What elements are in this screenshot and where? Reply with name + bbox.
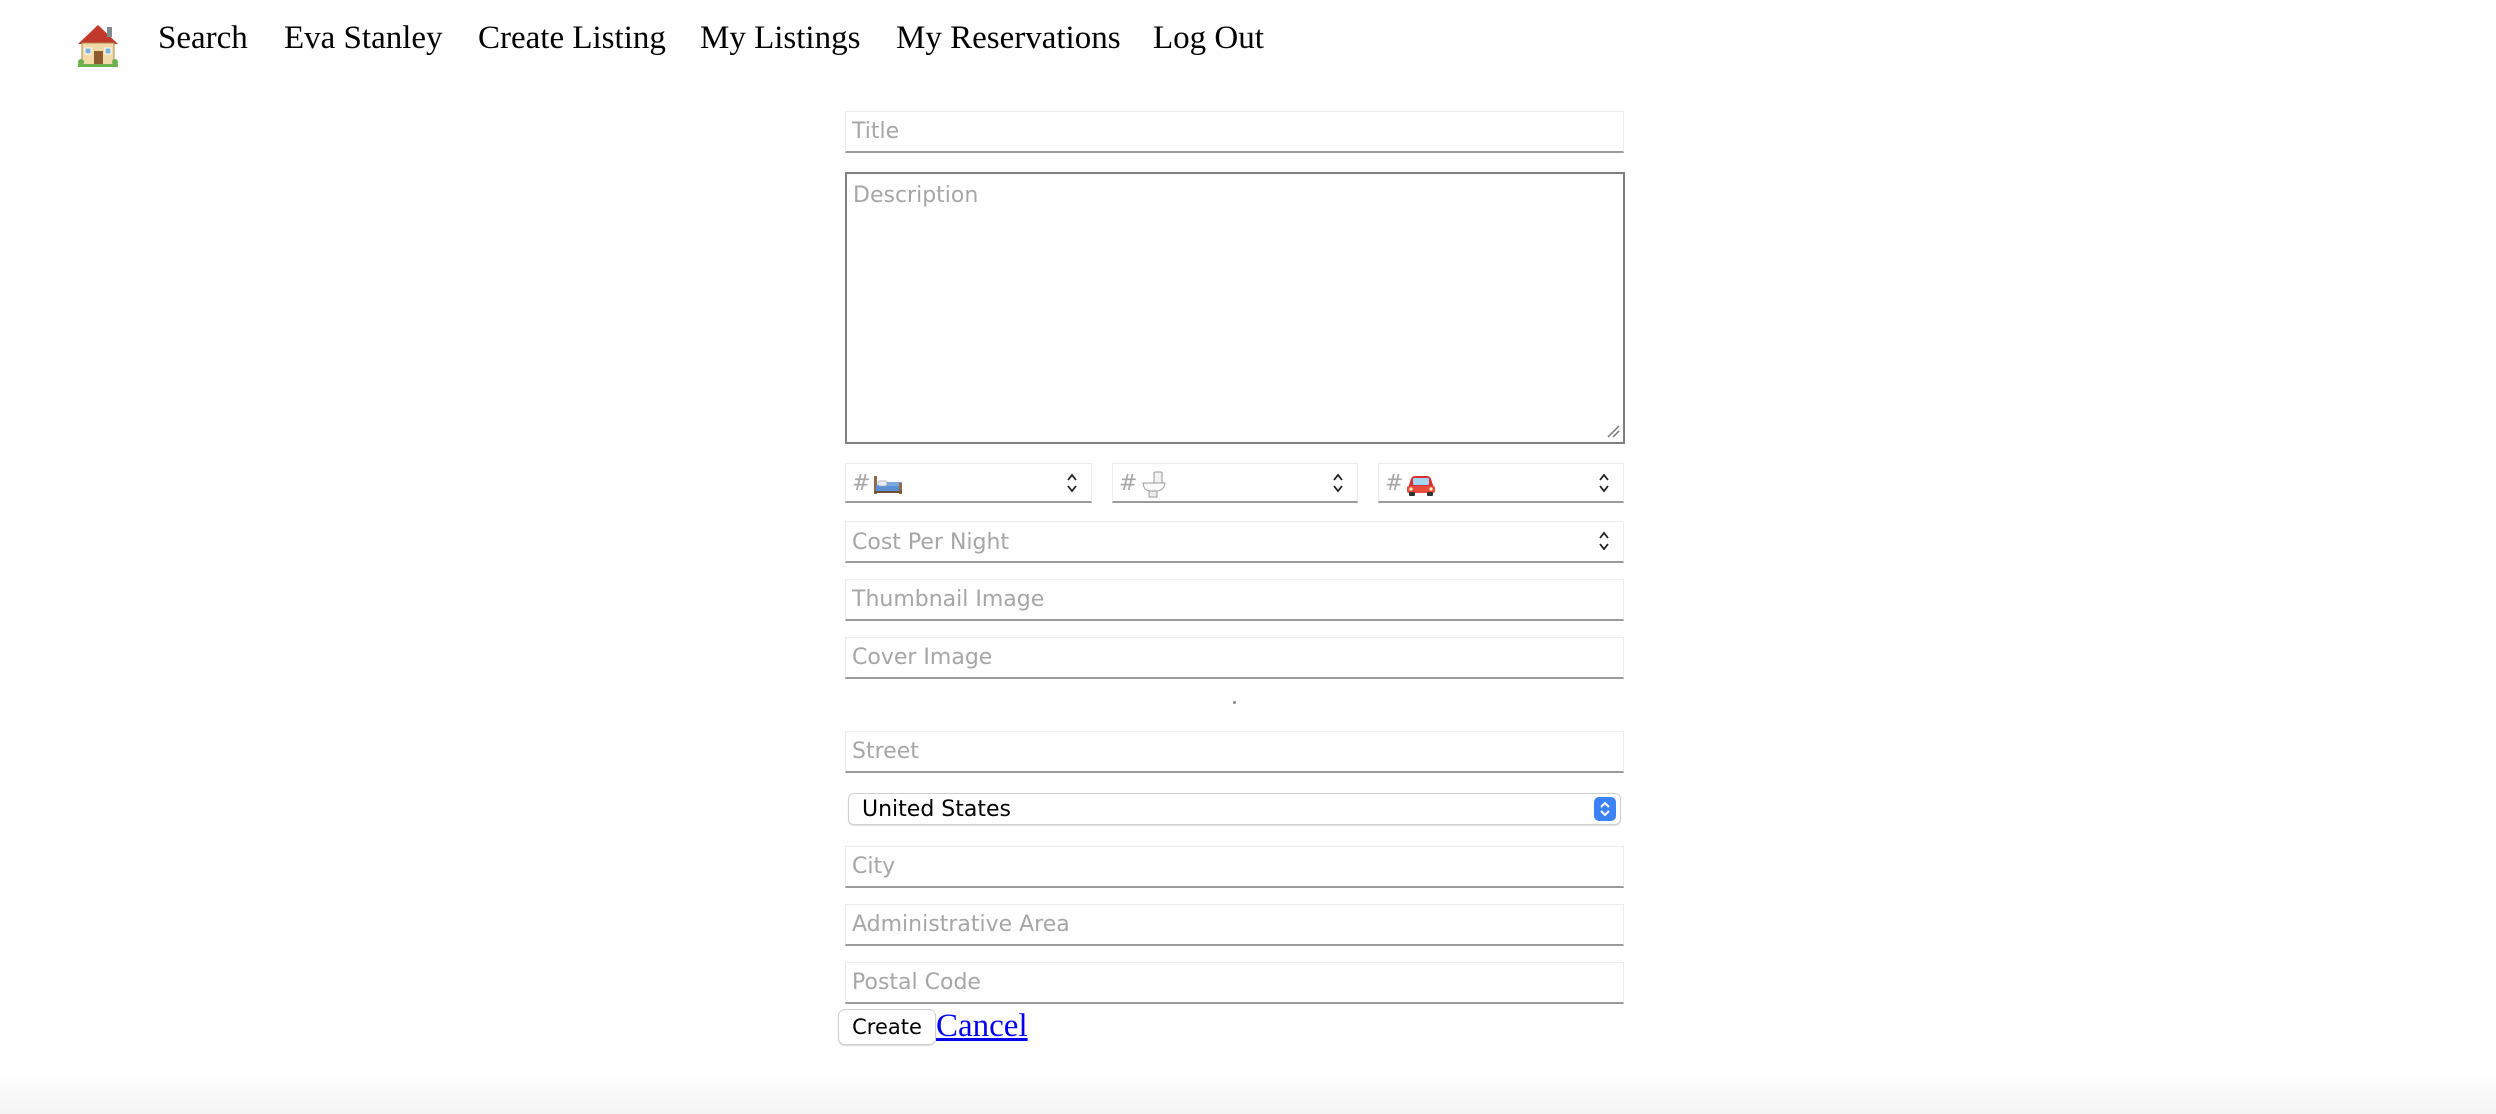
nav-create-listing-link[interactable]: Create Listing <box>478 14 666 62</box>
title-input[interactable] <box>845 111 1624 153</box>
postal-code-input[interactable] <box>845 962 1624 1004</box>
parking-stepper-icon[interactable] <box>1597 470 1611 496</box>
country-selected-value: United States <box>862 797 1011 822</box>
bedrooms-prefix: # <box>852 471 871 496</box>
car-icon <box>1407 476 1435 496</box>
toilet-icon <box>1142 471 1166 498</box>
bathrooms-prefix: # <box>1119 471 1138 496</box>
nav-my-listings-link[interactable]: My Listings <box>700 14 860 62</box>
create-button[interactable]: Create <box>838 1009 936 1045</box>
nav-user-link[interactable]: Eva Stanley <box>284 14 443 62</box>
thumbnail-image-input[interactable] <box>845 579 1624 621</box>
cost-stepper-icon[interactable] <box>1597 528 1611 554</box>
parking-input[interactable]: # <box>1378 463 1624 503</box>
separator-dot <box>1233 701 1236 704</box>
cost-per-night-placeholder: Cost Per Night <box>852 530 1010 555</box>
nav-my-reservations-link[interactable]: My Reservations <box>896 14 1121 62</box>
house-emoji-icon <box>78 25 118 67</box>
bed-icon <box>874 476 902 494</box>
nav-log-out-link[interactable]: Log Out <box>1153 14 1264 62</box>
home-house-icon[interactable] <box>76 22 120 68</box>
bathrooms-input[interactable]: # <box>1112 463 1358 503</box>
city-input[interactable] <box>845 846 1624 888</box>
top-nav: Search Eva Stanley Create Listing My Lis… <box>0 0 2496 80</box>
nav-search-link[interactable]: Search <box>158 14 248 62</box>
bedrooms-stepper-icon[interactable] <box>1065 470 1079 496</box>
cover-image-input[interactable] <box>845 637 1624 679</box>
country-select[interactable]: United States <box>848 793 1621 825</box>
page-footer-band <box>0 1074 2496 1114</box>
description-textarea[interactable] <box>845 172 1625 444</box>
cancel-link[interactable]: Cancel <box>936 1004 1028 1048</box>
select-chevrons-icon <box>1594 797 1616 821</box>
parking-prefix: # <box>1385 471 1404 496</box>
resize-grip-icon[interactable] <box>1606 424 1620 438</box>
bedrooms-input[interactable]: # <box>845 463 1092 503</box>
cost-per-night-input[interactable]: Cost Per Night <box>845 521 1624 563</box>
street-input[interactable] <box>845 731 1624 773</box>
bathrooms-stepper-icon[interactable] <box>1331 470 1345 496</box>
administrative-area-input[interactable] <box>845 904 1624 946</box>
